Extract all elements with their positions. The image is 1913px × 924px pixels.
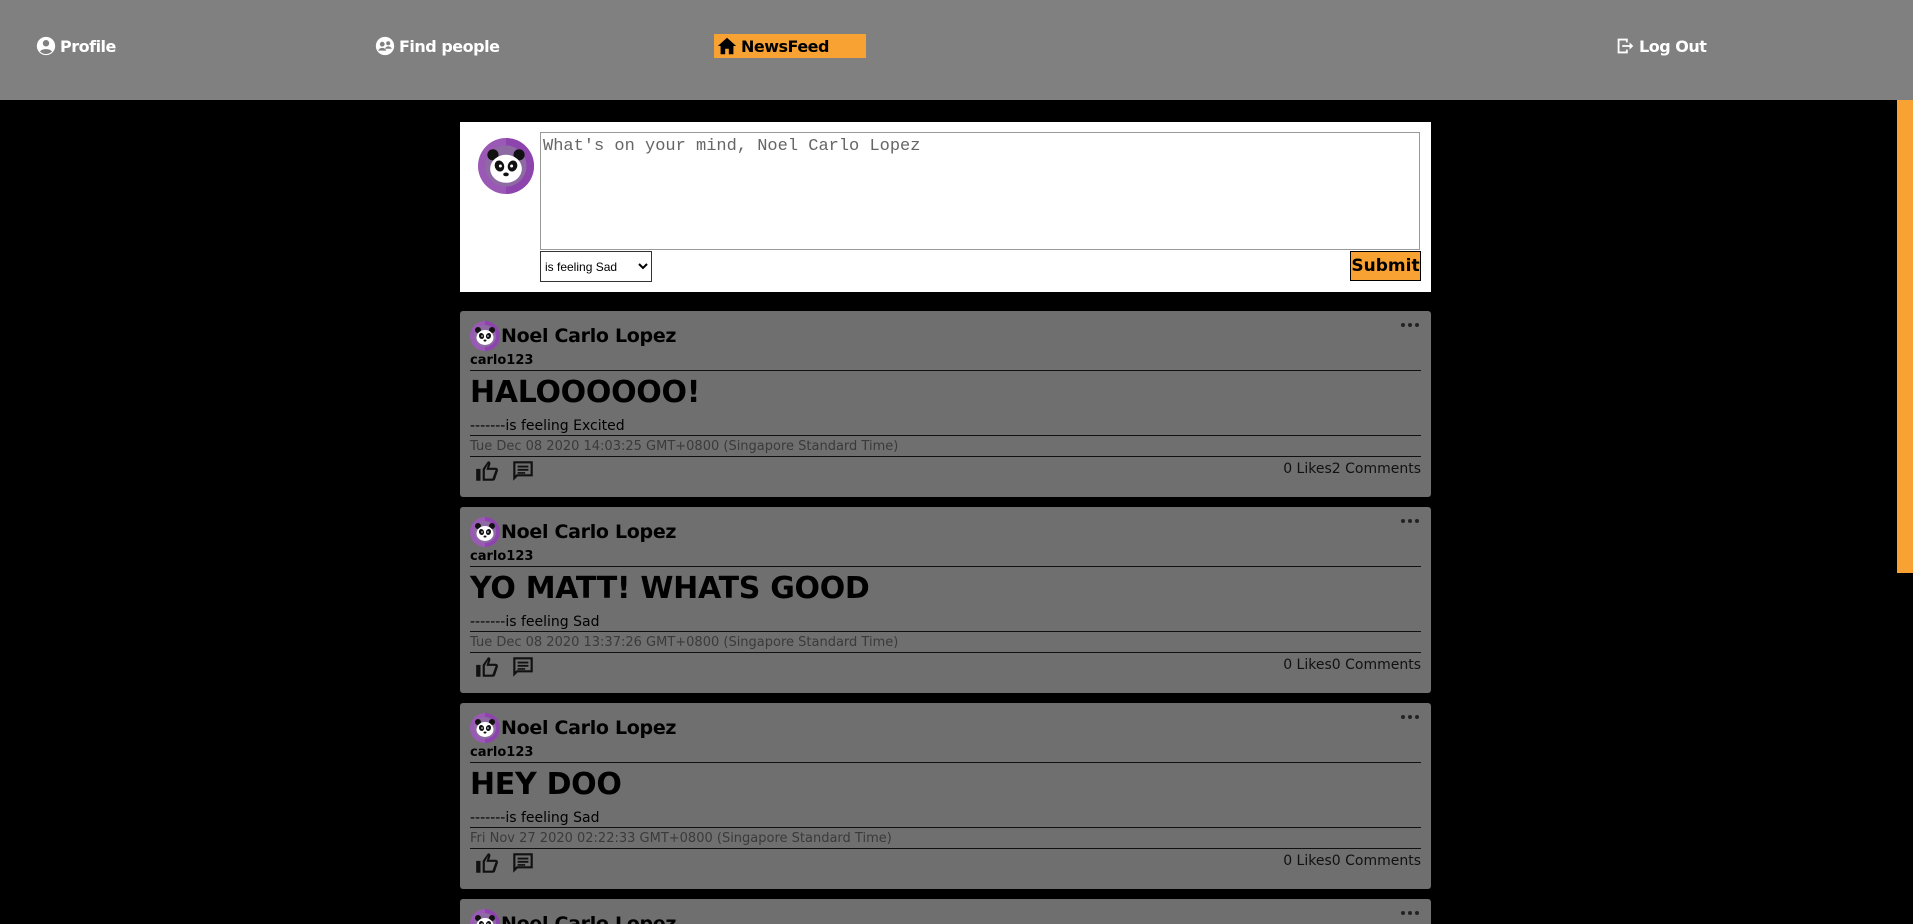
logout-icon — [1617, 38, 1634, 54]
divider — [470, 827, 1421, 828]
post-feeling: -------is feeling Sad — [470, 810, 600, 826]
comment-button[interactable] — [510, 458, 536, 484]
divider — [470, 370, 1421, 371]
feeling-select[interactable]: is feeling Sad — [540, 251, 652, 282]
post-stats: 0 Likes0 Comments — [1283, 853, 1421, 869]
panda-avatar-icon — [470, 713, 500, 743]
post-title: HEY DOO — [470, 767, 622, 802]
panda-avatar-icon — [470, 517, 500, 547]
post-author[interactable]: Noel Carlo Lopez — [501, 717, 677, 739]
thumbs-up-icon — [476, 657, 498, 677]
comment-icon — [513, 657, 533, 677]
home-icon — [717, 37, 737, 55]
nav-profile-label: Profile — [60, 36, 116, 56]
post-date: Fri Nov 27 2020 02:22:33 GMT+0800 (Singa… — [470, 831, 892, 846]
more-options-icon[interactable] — [1401, 715, 1419, 719]
post-header: Noel Carlo Lopez — [470, 517, 677, 547]
post-card: Noel Carlo Lopez carlo123 HALOOOOOO! ---… — [460, 311, 1431, 497]
post-header: Noel Carlo Lopez — [470, 713, 677, 743]
post-stats: 0 Likes0 Comments — [1283, 657, 1421, 673]
post-actions — [474, 850, 536, 876]
divider — [470, 456, 1421, 457]
post-username: carlo123 — [470, 745, 534, 760]
more-options-icon[interactable] — [1401, 323, 1419, 327]
post-author[interactable]: Noel Carlo Lopez — [501, 325, 677, 347]
post-feeling: -------is feeling Excited — [470, 418, 625, 434]
post-title: YO MATT! WHATS GOOD — [470, 571, 870, 606]
panda-avatar-icon — [470, 909, 500, 924]
divider — [470, 762, 1421, 763]
thumbs-up-icon — [476, 853, 498, 873]
nav-find-people-label: Find people — [399, 36, 500, 56]
post-title: HALOOOOOO! — [470, 375, 701, 410]
more-options-icon[interactable] — [1401, 519, 1419, 523]
post-feeling: -------is feeling Sad — [470, 614, 600, 630]
scrollbar-thumb[interactable] — [1897, 100, 1913, 573]
nav-find-people[interactable]: Find people — [374, 34, 500, 58]
panda-avatar-icon — [478, 138, 534, 194]
people-icon — [375, 36, 395, 56]
post-header: Noel Carlo Lopez — [470, 909, 677, 924]
post-actions — [474, 458, 536, 484]
post-username: carlo123 — [470, 353, 534, 368]
top-navbar: Profile Find people NewsFeed Log Out — [0, 0, 1913, 100]
nav-logout-label: Log Out — [1639, 36, 1707, 56]
post-header: Noel Carlo Lopez — [470, 321, 677, 351]
nav-logout[interactable]: Log Out — [1614, 34, 1707, 58]
post-stats: 0 Likes2 Comments — [1283, 461, 1421, 477]
divider — [470, 435, 1421, 436]
post-input[interactable] — [540, 132, 1420, 250]
post-date: Tue Dec 08 2020 13:37:26 GMT+0800 (Singa… — [470, 635, 899, 650]
comment-icon — [513, 853, 533, 873]
post-card: Noel Carlo Lopez carlo123 YO MATT! WHATS… — [460, 507, 1431, 693]
post-author[interactable]: Noel Carlo Lopez — [501, 913, 677, 924]
post-username: carlo123 — [470, 549, 534, 564]
like-button[interactable] — [474, 850, 500, 876]
thumbs-up-icon — [476, 461, 498, 481]
divider — [470, 631, 1421, 632]
nav-newsfeed-label: NewsFeed — [741, 36, 829, 56]
more-options-icon[interactable] — [1401, 911, 1419, 915]
panda-avatar-icon — [470, 321, 500, 351]
comment-button[interactable] — [510, 654, 536, 680]
submit-button[interactable]: Submit — [1350, 251, 1421, 281]
nav-newsfeed[interactable]: NewsFeed — [714, 34, 866, 58]
post-composer: is feeling Sad Submit — [460, 122, 1431, 292]
comment-icon — [513, 461, 533, 481]
user-circle-icon — [36, 36, 56, 56]
divider — [470, 566, 1421, 567]
like-button[interactable] — [474, 458, 500, 484]
post-actions — [474, 654, 536, 680]
post-card: Noel Carlo Lopez — [460, 899, 1431, 924]
post-date: Tue Dec 08 2020 14:03:25 GMT+0800 (Singa… — [470, 439, 899, 454]
divider — [470, 848, 1421, 849]
nav-profile[interactable]: Profile — [35, 34, 116, 58]
post-author[interactable]: Noel Carlo Lopez — [501, 521, 677, 543]
like-button[interactable] — [474, 654, 500, 680]
comment-button[interactable] — [510, 850, 536, 876]
post-card: Noel Carlo Lopez carlo123 HEY DOO ------… — [460, 703, 1431, 889]
divider — [470, 652, 1421, 653]
